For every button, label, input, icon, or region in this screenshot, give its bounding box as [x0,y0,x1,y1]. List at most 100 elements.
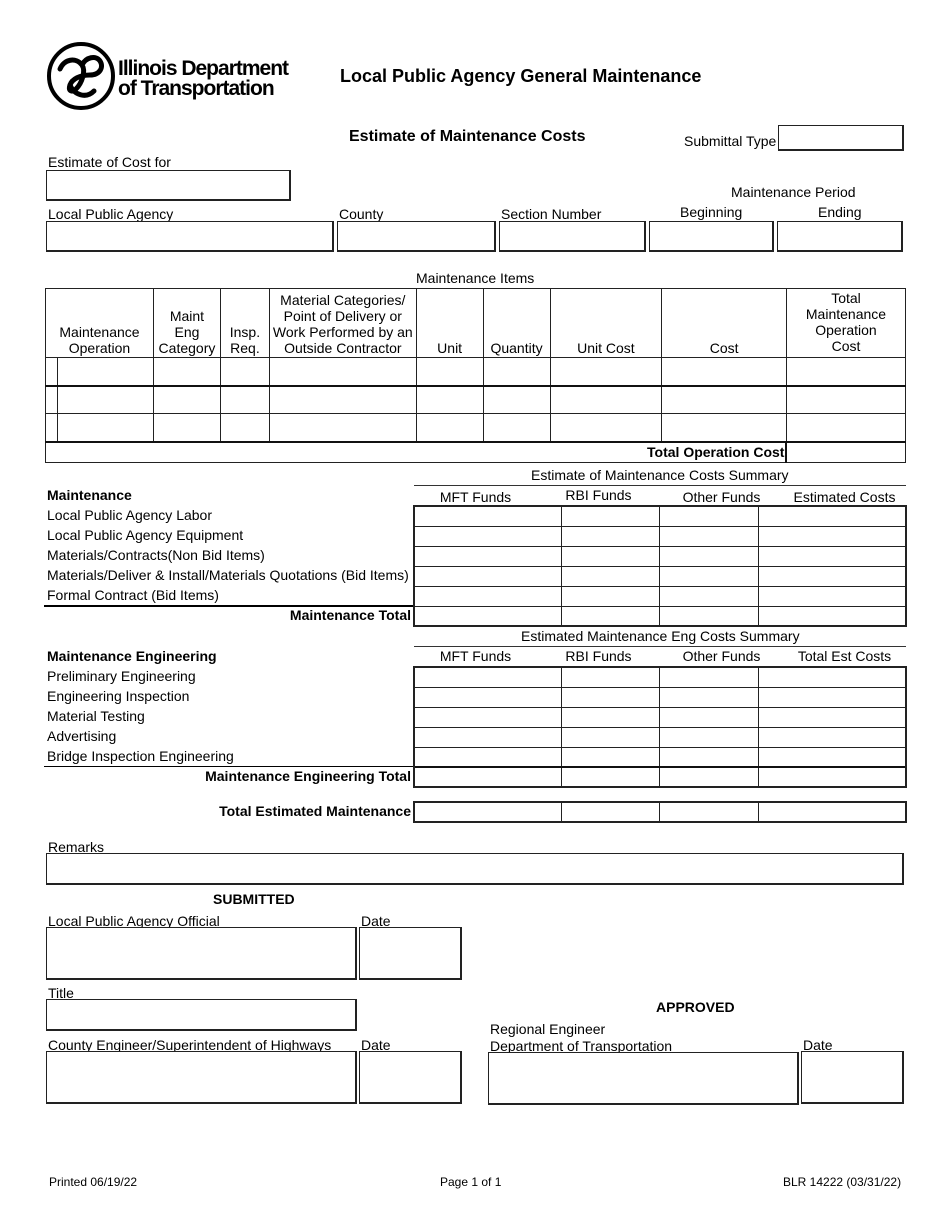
cell-insp-req[interactable] [219,413,270,442]
cell-insp-req[interactable] [219,357,270,386]
rbi-cell[interactable] [561,686,661,708]
mft-cell[interactable] [413,746,563,768]
cell-maintenance-operation[interactable] [56,357,154,386]
other-cell[interactable] [659,666,759,688]
other-cell[interactable] [659,746,759,768]
total-est-total-cell[interactable] [757,766,907,788]
mft-cell[interactable] [413,726,563,748]
mft-cell[interactable] [413,706,563,728]
mft-cell[interactable] [413,585,563,607]
cell-unit[interactable] [415,385,484,414]
other-cell[interactable] [659,545,759,567]
cell-cost[interactable] [661,385,787,414]
cell-unit[interactable] [415,357,484,386]
estimated-cell[interactable] [757,525,907,547]
cell-insp-req[interactable] [219,385,270,414]
other-total-cell[interactable] [659,605,759,627]
cell-unit-cost[interactable] [549,357,663,386]
cell-cost[interactable] [661,413,787,442]
approved-date-field[interactable] [801,1051,904,1104]
grand-total-other-cell[interactable] [659,801,759,823]
rbi-cell[interactable] [561,525,661,547]
rbi-cell[interactable] [561,666,661,688]
cell-material-categories[interactable] [268,357,417,386]
mft-cell[interactable] [413,545,563,567]
grand-total-total-cell[interactable] [757,801,907,823]
beginning-field[interactable] [649,221,774,252]
total-est-cell[interactable] [757,666,907,688]
rbi-total-cell[interactable] [561,766,661,788]
submittal-type-field[interactable] [778,125,904,151]
cell-total-operation-cost[interactable] [785,413,907,442]
cell-maint-eng-category[interactable] [152,413,221,442]
row-marker [45,385,58,414]
official-date-field[interactable] [359,927,462,980]
other-cell[interactable] [659,686,759,708]
cell-cost[interactable] [661,357,787,386]
row-marker [45,413,58,442]
remarks-field[interactable] [46,853,904,885]
col-header-quantity: Quantity [482,288,551,358]
mft-cell[interactable] [413,505,563,527]
estimated-cell[interactable] [757,505,907,527]
cell-quantity[interactable] [482,413,551,442]
total-est-cell[interactable] [757,686,907,708]
cell-quantity[interactable] [482,357,551,386]
rbi-total-cell[interactable] [561,605,661,627]
rbi-cell[interactable] [561,706,661,728]
other-total-cell[interactable] [659,766,759,788]
lpa-field[interactable] [46,221,334,252]
row-marker [45,357,58,386]
mft-total-cell[interactable] [413,605,563,627]
mft-cell[interactable] [413,686,563,708]
total-est-cell[interactable] [757,746,907,768]
cell-unit-cost[interactable] [549,385,663,414]
other-cell[interactable] [659,706,759,728]
regional-engineer-field[interactable] [488,1052,799,1105]
fund-row [413,585,907,607]
cell-total-operation-cost[interactable] [785,357,907,386]
rbi-cell[interactable] [561,565,661,587]
engineer-field[interactable] [46,1051,357,1104]
ending-field[interactable] [777,221,903,252]
other-cell[interactable] [659,726,759,748]
estimated-total-cell[interactable] [757,605,907,627]
rbi-cell[interactable] [561,726,661,748]
other-cell[interactable] [659,585,759,607]
other-cell[interactable] [659,565,759,587]
mft-cell[interactable] [413,525,563,547]
title-field[interactable] [46,999,357,1031]
estimated-cell[interactable] [757,585,907,607]
county-field[interactable] [337,221,496,252]
other-cell[interactable] [659,505,759,527]
cell-quantity[interactable] [482,385,551,414]
cell-material-categories[interactable] [268,385,417,414]
total-est-cell[interactable] [757,706,907,728]
cell-unit[interactable] [415,413,484,442]
mft-total-cell[interactable] [413,766,563,788]
mft-cell[interactable] [413,666,563,688]
cell-maint-eng-category[interactable] [152,385,221,414]
mft-cell[interactable] [413,565,563,587]
rbi-cell[interactable] [561,746,661,768]
other-cell[interactable] [659,525,759,547]
cell-maintenance-operation[interactable] [56,413,154,442]
grand-total-rbi-cell[interactable] [561,801,661,823]
estimate-for-field[interactable] [46,170,291,201]
cell-total-operation-cost[interactable] [785,385,907,414]
section-number-field[interactable] [499,221,646,252]
grand-total-mft-cell[interactable] [413,801,563,823]
official-field[interactable] [46,927,357,980]
total-operation-cost-field[interactable] [785,441,907,463]
engineer-date-field[interactable] [359,1051,462,1104]
cell-maint-eng-category[interactable] [152,357,221,386]
rbi-cell[interactable] [561,585,661,607]
estimated-cell[interactable] [757,565,907,587]
cell-maintenance-operation[interactable] [56,385,154,414]
rbi-cell[interactable] [561,545,661,567]
total-est-cell[interactable] [757,726,907,748]
estimated-cell[interactable] [757,545,907,567]
rbi-cell[interactable] [561,505,661,527]
cell-unit-cost[interactable] [549,413,663,442]
cell-material-categories[interactable] [268,413,417,442]
